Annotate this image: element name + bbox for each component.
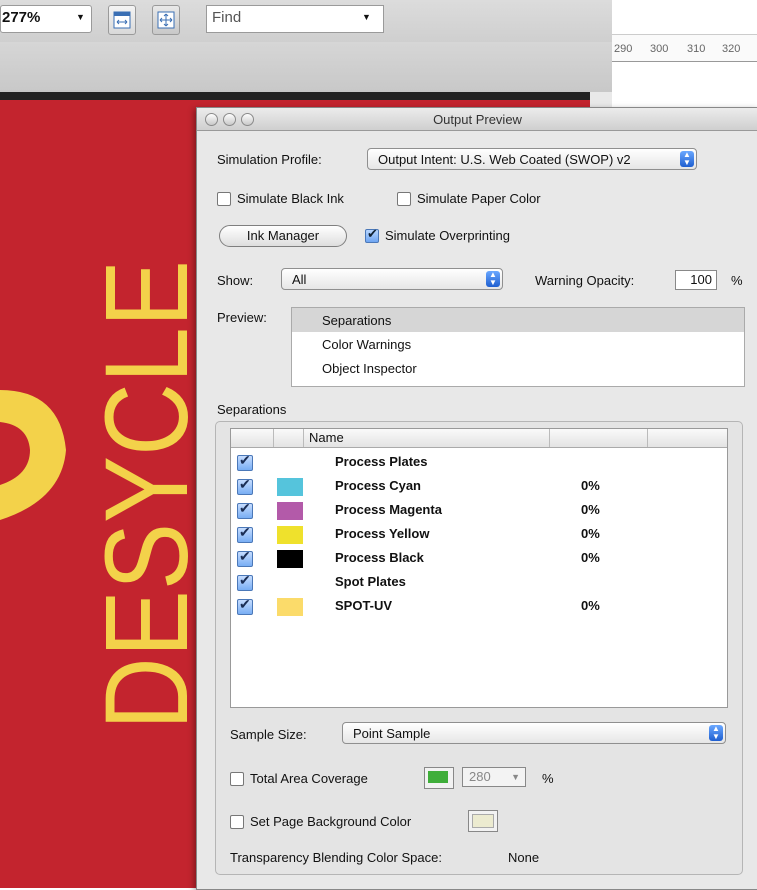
preview-item-separations[interactable]: Separations	[322, 313, 391, 328]
simulate-paper-color-checkbox[interactable]	[397, 192, 411, 206]
swirl-logo-mark	[0, 390, 66, 520]
visibility-checkbox[interactable]	[237, 572, 253, 591]
separations-group-label: Separations	[217, 402, 287, 417]
fit-width-icon	[113, 11, 131, 29]
set-page-bg-checkbox[interactable]	[230, 815, 244, 829]
table-row[interactable]: Process Cyan 0%	[231, 475, 727, 499]
simulate-black-ink-checkbox[interactable]	[217, 192, 231, 206]
output-preview-panel: Output Preview Simulation Profile: Outpu…	[196, 107, 757, 890]
separation-name: Process Yellow	[335, 526, 430, 541]
separation-percent: 0%	[581, 502, 600, 517]
preview-item-object-inspector[interactable]: Object Inspector	[322, 361, 417, 376]
show-select[interactable]: All ▲ ▼	[281, 268, 503, 290]
transparency-label: Transparency Blending Color Space:	[230, 850, 442, 865]
fit-page-button[interactable]	[152, 5, 180, 35]
popup-stepper-icon: ▲ ▼	[486, 271, 500, 287]
warning-opacity-percent: %	[731, 273, 743, 288]
warning-opacity-input[interactable]: 100	[675, 270, 717, 290]
find-placeholder: Find	[212, 9, 242, 26]
color-swatch	[277, 550, 303, 568]
table-row[interactable]: Process Black 0%	[231, 547, 727, 571]
separation-name: Process Magenta	[335, 502, 442, 517]
sample-size-value: Point Sample	[353, 726, 431, 741]
ruler-tick: 320	[722, 43, 741, 55]
simulation-profile-select[interactable]: Output Intent: U.S. Web Coated (SWOP) v2…	[367, 148, 697, 170]
simulation-profile-value: Output Intent: U.S. Web Coated (SWOP) v2	[378, 152, 631, 167]
separation-percent: 0%	[581, 598, 600, 613]
preview-list: Separations Color Warnings Object Inspec…	[291, 307, 745, 387]
table-row[interactable]: Spot Plates	[231, 571, 727, 595]
color-swatch	[277, 502, 303, 520]
panel-title-bar[interactable]: Output Preview	[197, 108, 757, 131]
separation-name: SPOT-UV	[335, 598, 393, 613]
panel-title: Output Preview	[433, 112, 522, 127]
page-bg-color-button[interactable]	[468, 810, 498, 832]
visibility-checkbox[interactable]	[237, 548, 253, 567]
fit-page-icon	[157, 11, 175, 29]
coverage-color-swatch	[428, 771, 448, 783]
separation-percent: 0%	[581, 478, 600, 493]
popup-stepper-icon: ▲ ▼	[680, 151, 694, 167]
ruler-tick: 300	[650, 43, 669, 55]
horizontal-ruler: 290 300 310 320	[612, 34, 757, 62]
separations-group: Name Process Plates Process Cyan 0% Proc…	[215, 421, 743, 875]
page-bg-color-swatch	[472, 814, 494, 828]
simulate-black-ink-label: Simulate Black Ink	[237, 191, 344, 206]
warning-opacity-label: Warning Opacity:	[535, 273, 635, 288]
total-area-percent: %	[542, 771, 554, 786]
zoom-value: 277%	[2, 9, 41, 26]
total-area-value: 280	[469, 769, 491, 784]
header-name: Name	[309, 430, 344, 445]
sample-size-select[interactable]: Point Sample ▲ ▼	[342, 722, 726, 744]
ruler-tick: 310	[687, 43, 706, 55]
popup-stepper-icon: ▲ ▼	[709, 725, 723, 741]
separation-name: Spot Plates	[335, 574, 406, 589]
show-label: Show:	[217, 273, 254, 288]
separations-table: Name Process Plates Process Cyan 0% Proc…	[230, 428, 728, 708]
simulate-overprinting-label: Simulate Overprinting	[385, 228, 510, 243]
logo-text: DESYCLE	[92, 260, 202, 730]
separation-name: Process Black	[335, 550, 424, 565]
total-area-coverage-label: Total Area Coverage	[250, 771, 368, 786]
color-swatch	[277, 478, 303, 496]
total-area-arrow-icon: ▼	[511, 772, 520, 782]
transparency-value: None	[508, 850, 540, 865]
visibility-checkbox[interactable]	[237, 452, 253, 471]
visibility-checkbox[interactable]	[237, 596, 253, 615]
separation-name: Process Cyan	[335, 478, 421, 493]
total-area-coverage-checkbox[interactable]	[230, 772, 244, 786]
zoom-dropdown-arrow-icon[interactable]: ▼	[76, 12, 85, 22]
table-row[interactable]: Process Yellow 0%	[231, 523, 727, 547]
simulate-paper-color-label: Simulate Paper Color	[417, 191, 541, 206]
visibility-checkbox[interactable]	[237, 476, 253, 495]
set-page-bg-label: Set Page Background Color	[250, 814, 412, 829]
logo-wordmark: DESYCLE	[92, 260, 202, 730]
sample-size-label: Sample Size:	[230, 727, 307, 742]
simulate-overprinting-checkbox[interactable]	[365, 226, 379, 243]
coverage-color-button[interactable]	[424, 767, 454, 789]
table-row[interactable]: SPOT-UV 0%	[231, 595, 727, 619]
table-header: Name	[231, 429, 727, 448]
visibility-checkbox[interactable]	[237, 500, 253, 519]
separation-name: Process Plates	[335, 454, 428, 469]
visibility-checkbox[interactable]	[237, 524, 253, 543]
total-area-input[interactable]: 280 ▼	[462, 767, 526, 787]
find-dropdown-arrow-icon[interactable]: ▼	[362, 12, 371, 22]
simulation-profile-label: Simulation Profile:	[217, 152, 322, 167]
separation-percent: 0%	[581, 526, 600, 541]
preview-label: Preview:	[217, 310, 267, 325]
control-bar	[0, 42, 612, 93]
separation-percent: 0%	[581, 550, 600, 565]
color-swatch	[277, 526, 303, 544]
color-swatch	[277, 598, 303, 616]
table-row[interactable]: Process Magenta 0%	[231, 499, 727, 523]
ruler-tick: 290	[614, 43, 633, 55]
ink-manager-button[interactable]: Ink Manager	[219, 225, 347, 247]
table-row[interactable]: Process Plates	[231, 451, 727, 475]
show-value: All	[292, 272, 307, 287]
fit-width-button[interactable]	[108, 5, 136, 35]
preview-item-color-warnings[interactable]: Color Warnings	[322, 337, 411, 352]
